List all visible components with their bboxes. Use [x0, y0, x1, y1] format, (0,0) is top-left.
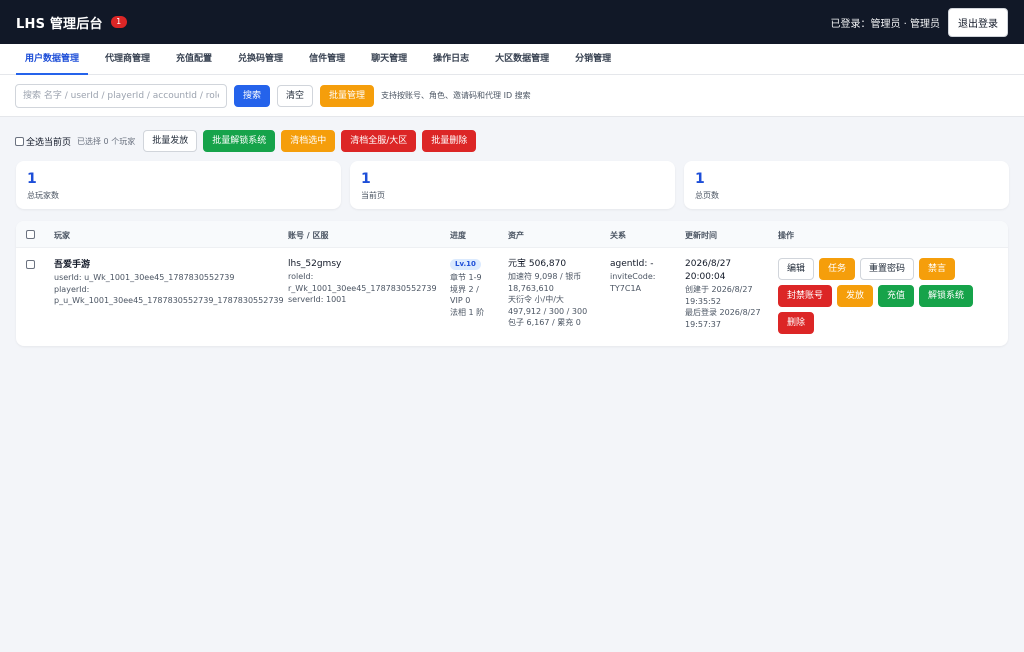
stat-label: 当前页	[361, 191, 385, 200]
stat-current-page: 1 当前页	[350, 161, 675, 209]
login-info: 已登录：管理员 · 管理员	[830, 18, 940, 30]
tab-agents[interactable]: 代理商管理	[92, 44, 163, 74]
row-checkbox[interactable]	[26, 260, 35, 269]
unlock-system-button[interactable]: 解锁系统	[919, 285, 974, 307]
assets-cell: 元宝 506,870 加速符 9,098 / 银币 18,763,610 天衍令…	[508, 258, 606, 329]
invite-code: TY7C1A	[610, 283, 642, 293]
batch-delete-button[interactable]: 批量删除	[422, 130, 477, 152]
progress-cell: Lv.10 章节 1-9 境界 2 / VIP 0 法相 1 阶	[450, 258, 504, 318]
search-hint: 支持按账号、角色、邀请码和代理 ID 搜索	[381, 91, 531, 100]
server-id: serverId: 1001	[288, 295, 347, 304]
lastlogin-label: 最后登录 2026/8/27	[685, 308, 761, 317]
search-bar: 搜索 清空 批量管理 支持按账号、角色、邀请码和代理 ID 搜索	[0, 75, 1024, 117]
silver: 18,763,610	[508, 283, 554, 293]
tab-region-data[interactable]: 大区数据管理	[482, 44, 562, 74]
chapter: 章节 1-9	[450, 273, 482, 282]
tab-distribution[interactable]: 分销管理	[562, 44, 624, 74]
player-id-label: playerId:	[54, 284, 90, 294]
reset-password-button[interactable]: 重置密码	[860, 258, 915, 280]
batch-manage-button[interactable]: 批量管理	[320, 84, 375, 107]
table-header: 玩家 账号 / 区服 进度 资产 关系 更新时间 操作	[16, 221, 1008, 248]
stat-value: 1	[695, 171, 705, 187]
invite-label: inviteCode:	[610, 272, 656, 281]
bag-recharge: 包子 6,167 / 累充 0	[508, 318, 581, 327]
grant-button[interactable]: 发放	[837, 285, 874, 307]
yuanbao: 元宝 506,870	[508, 259, 567, 269]
faxiang: 法相 1 阶	[450, 307, 485, 317]
top-bar: LHS 管理后台 1 已登录：管理员 · 管理员 退出登录	[0, 0, 1024, 44]
level-badge: Lv.10	[450, 259, 481, 270]
task-button[interactable]: 任务	[819, 258, 856, 280]
main-tabs: 用户数据管理 代理商管理 充值配置 兑换码管理 信件管理 聊天管理 操作日志 大…	[0, 44, 1024, 75]
column-header: 玩家	[54, 231, 70, 240]
row-actions: 编辑 任务 重置密码 禁言 封禁账号 发放 充值 解锁系统 删除	[778, 258, 978, 334]
relation-cell: agentId: - inviteCode: TY7C1A	[610, 258, 680, 294]
batch-unlock-button[interactable]: 批量解锁系统	[203, 130, 276, 152]
topbar-right: 已登录：管理员 · 管理员 退出登录	[830, 7, 1008, 37]
column-header: 操作	[778, 231, 794, 240]
stat-value: 1	[361, 171, 371, 187]
edit-button[interactable]: 编辑	[778, 258, 815, 280]
clear-selected-button[interactable]: 清档选中	[281, 130, 336, 152]
account-name: lhs_52gmsy	[288, 259, 342, 269]
column-header: 资产	[508, 231, 524, 240]
header-checkbox[interactable]	[26, 230, 35, 239]
tab-mail[interactable]: 信件管理	[296, 44, 358, 74]
role-id: r_Wk_1001_30ee45_1787830552739	[288, 283, 437, 293]
created-label: 创建于 2026/8/27	[685, 285, 753, 294]
logout-button[interactable]: 退出登录	[948, 7, 1008, 37]
search-input[interactable]	[15, 83, 227, 108]
bulk-action-bar: 全选当前页 已选择 0 个玩家 批量发放 批量解锁系统 清档选中 清档全服/大区…	[15, 130, 477, 152]
recharge-button[interactable]: 充值	[878, 285, 915, 307]
updated-cell: 2026/8/27 20:00:04 创建于 2026/8/27 19:35:5…	[685, 258, 775, 330]
user-id: userId: u_Wk_1001_30ee45_1787830552739	[54, 273, 235, 282]
delete-button[interactable]: 删除	[778, 312, 815, 334]
search-button[interactable]: 搜索	[234, 84, 271, 107]
player-id: p_u_Wk_1001_30ee45_1787830552739_1787830…	[54, 296, 284, 305]
column-header: 关系	[610, 231, 626, 240]
tab-chat[interactable]: 聊天管理	[358, 44, 420, 74]
speedup: 加速符 9,098 / 银币	[508, 272, 582, 281]
tab-recharge-config[interactable]: 充值配置	[163, 44, 225, 74]
created-time: 19:35:52	[685, 296, 721, 306]
lastlogin-time: 19:57:37	[685, 319, 721, 329]
role-id-label: roleId:	[288, 272, 314, 281]
mute-button[interactable]: 禁言	[919, 258, 956, 280]
select-all-label: 全选当前页	[26, 137, 72, 148]
agent-id: agentId: -	[610, 259, 654, 269]
updated-time: 20:00:04	[685, 272, 726, 282]
clear-button[interactable]: 清空	[277, 84, 314, 107]
tianyan: 天衍令 小/中/大	[508, 295, 564, 304]
selected-count: 已选择 0 个玩家	[77, 136, 136, 146]
realm: 境界 2 /	[450, 284, 479, 294]
updated-date: 2026/8/27	[685, 259, 732, 269]
column-header: 更新时间	[685, 231, 717, 240]
ban-account-button[interactable]: 封禁账号	[778, 285, 833, 307]
clear-all-button[interactable]: 清档全服/大区	[341, 130, 417, 152]
tab-redeem-codes[interactable]: 兑换码管理	[225, 44, 296, 74]
player-name: 吾爱手游	[54, 260, 91, 270]
stat-label: 总页数	[695, 191, 719, 200]
vip: VIP 0	[450, 296, 471, 305]
player-table: 玩家 账号 / 区服 进度 资产 关系 更新时间 操作 吾爱手游 userId:…	[16, 221, 1008, 346]
batch-send-button[interactable]: 批量发放	[143, 130, 198, 152]
tianyan-values: 497,912 / 300 / 300	[508, 306, 588, 316]
stat-total-players: 1 总玩家数	[16, 161, 341, 209]
player-cell: 吾爱手游 userId: u_Wk_1001_30ee45_1787830552…	[54, 258, 284, 307]
tab-operation-log[interactable]: 操作日志	[420, 44, 482, 74]
account-cell: lhs_52gmsy roleId: r_Wk_1001_30ee45_1787…	[288, 258, 443, 306]
app-title: LHS 管理后台	[16, 16, 103, 32]
stat-value: 1	[27, 171, 37, 187]
stat-total-pages: 1 总页数	[684, 161, 1009, 209]
column-header: 账号 / 区服	[288, 231, 329, 240]
checkbox-icon[interactable]	[15, 136, 24, 146]
select-all-checkbox[interactable]: 全选当前页	[15, 135, 71, 148]
notification-badge[interactable]: 1	[110, 16, 127, 28]
column-header: 进度	[450, 231, 466, 240]
stat-label: 总玩家数	[27, 191, 59, 200]
tab-user-data[interactable]: 用户数据管理	[12, 44, 92, 75]
